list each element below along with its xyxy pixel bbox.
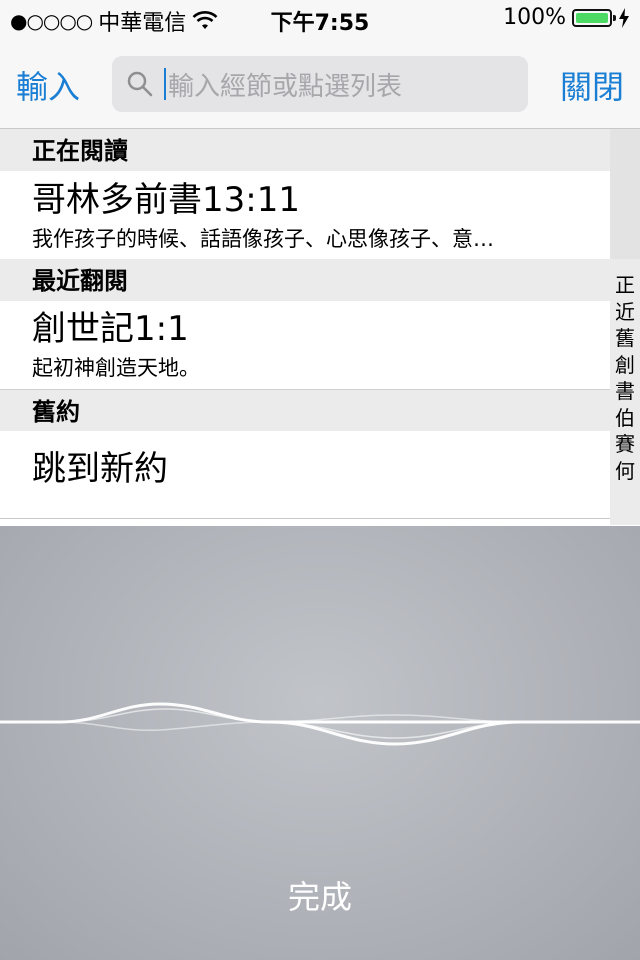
battery-fill: [576, 12, 608, 23]
list-item-subtitle: 起初神創造天地。: [32, 356, 200, 380]
list-item-jump-new-testament[interactable]: 跳到新約: [0, 431, 610, 519]
nav-bar: 輸入 輸入經節或點選列表 關閉: [0, 40, 640, 129]
battery-percent: 100%: [503, 5, 566, 30]
section-header-recent: 最近翻閱: [0, 259, 610, 301]
search-placeholder: 輸入經節或點選列表: [168, 71, 403, 102]
status-right: 100%: [503, 5, 630, 30]
index-item[interactable]: 創: [610, 352, 640, 379]
list-item-title: 創世記1:1: [32, 309, 189, 349]
reading-list: 正在閱讀 哥林多前書13:11 我作孩子的時候、話語像孩子、心思像孩子、意… 最…: [0, 129, 610, 519]
index-item[interactable]: 伯: [610, 405, 640, 432]
section-header-reading: 正在閱讀: [0, 129, 610, 171]
list-item-recent[interactable]: 創世記1:1 起初神創造天地。: [0, 301, 610, 389]
close-button[interactable]: 關閉: [560, 62, 624, 108]
search-icon: [127, 71, 153, 97]
status-bar: ●○○○○ 中華電信 下午7:55 100%: [0, 0, 640, 40]
charging-bolt-icon: [619, 7, 629, 28]
section-index-items: 正 近 舊 創 書 伯 賽 何: [610, 272, 640, 484]
search-field[interactable]: 輸入經節或點選列表: [112, 56, 528, 112]
index-item[interactable]: 舊: [610, 325, 640, 352]
list-item-subtitle: 我作孩子的時候、話語像孩子、心思像孩子、意…: [32, 227, 494, 251]
list-item-title: 跳到新約: [32, 449, 168, 489]
done-button[interactable]: 完成: [0, 872, 640, 918]
input-button[interactable]: 輸入: [16, 62, 80, 108]
index-item[interactable]: 何: [610, 458, 640, 485]
list-item-title: 哥林多前書13:11: [32, 180, 300, 220]
dictation-panel: 完成: [0, 526, 640, 960]
battery-icon: [572, 8, 616, 27]
index-item[interactable]: 書: [610, 378, 640, 405]
index-item[interactable]: 近: [610, 299, 640, 326]
section-index-highlight: [610, 129, 640, 259]
text-cursor: [164, 68, 166, 100]
index-item[interactable]: 賽: [610, 431, 640, 458]
list-item-current-reading[interactable]: 哥林多前書13:11 我作孩子的時候、話語像孩子、心思像孩子、意…: [0, 171, 610, 259]
index-item[interactable]: 正: [610, 272, 640, 299]
voice-waveform-icon: [0, 702, 640, 746]
section-header-old-testament: 舊約: [0, 389, 610, 431]
